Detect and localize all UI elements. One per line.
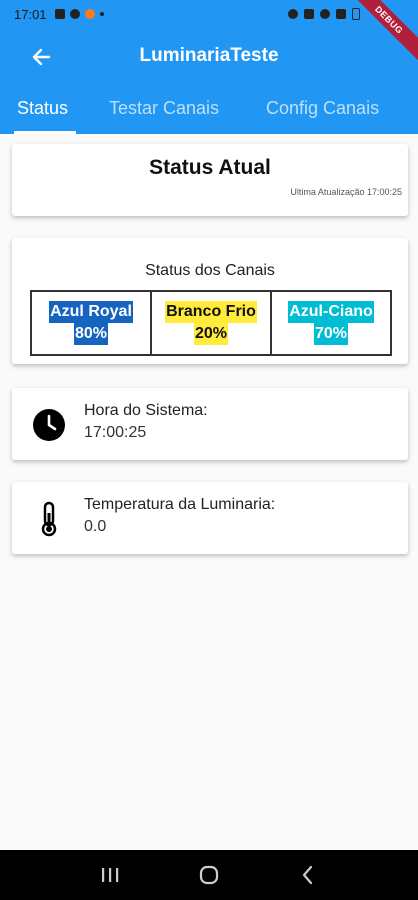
temperature-value: 0.0 xyxy=(84,518,107,535)
status-card: Status Atual Ultima Atualização 17:00:25 xyxy=(12,144,408,216)
tab-bar: Status Testar Canais Config Canais xyxy=(0,90,418,134)
temperature-label: Temperatura da Luminaria: xyxy=(84,496,276,513)
system-time-card: Hora do Sistema: 17:00:25 xyxy=(12,388,408,460)
status-title: Status Atual xyxy=(149,156,271,179)
channel-value: 80% xyxy=(73,323,109,345)
channel-name: Branco Frio xyxy=(165,301,257,323)
channels-card: Status dos Canais Azul Royal 80% Branco … xyxy=(12,238,408,364)
status-time: 17:01 xyxy=(14,6,47,22)
system-time-value: 17:00:25 xyxy=(84,424,147,441)
home-icon xyxy=(199,865,219,885)
alarm-icon xyxy=(288,9,298,19)
gallery-icon xyxy=(54,9,65,19)
wifi-icon xyxy=(336,9,346,19)
channel-cell-azul-ciano: Azul-Ciano 70% xyxy=(272,292,390,354)
temperature-card: Temperatura da Luminaria: 0.0 xyxy=(12,482,408,554)
channel-cell-azul-royal: Azul Royal 80% xyxy=(32,292,152,354)
tab-indicator xyxy=(14,131,76,134)
tab-status[interactable]: Status xyxy=(17,98,68,119)
location-icon xyxy=(320,9,330,19)
system-icons xyxy=(288,8,360,20)
system-status-bar: 17:01 xyxy=(0,0,418,28)
home-button[interactable] xyxy=(195,861,223,889)
channel-value: 20% xyxy=(193,323,229,345)
clock-icon xyxy=(32,408,66,442)
notification-icons xyxy=(54,9,104,19)
channel-name: Azul Royal xyxy=(49,301,133,323)
last-update-text: Ultima Atualização 17:00:25 xyxy=(290,187,402,197)
app-bar: LuminariaTeste Status Testar Canais Conf… xyxy=(0,28,418,134)
chevron-left-icon xyxy=(303,865,313,885)
recent-apps-button[interactable] xyxy=(96,861,124,889)
more-notifications-icon xyxy=(99,12,104,16)
app-title: LuminariaTeste xyxy=(139,45,279,66)
channel-value: 70% xyxy=(313,323,349,345)
bluetooth-notif-icon xyxy=(69,9,80,19)
thermometer-icon xyxy=(32,501,66,537)
channels-title: Status dos Canais xyxy=(145,262,275,279)
channel-name: Azul-Ciano xyxy=(288,301,374,323)
recent-apps-icon xyxy=(101,868,118,882)
tab-config-canais[interactable]: Config Canais xyxy=(266,98,379,119)
battery-icon xyxy=(352,8,360,20)
channel-cell-branco-frio: Branco Frio 20% xyxy=(152,292,272,354)
back-nav-button[interactable] xyxy=(294,861,322,889)
channels-table: Azul Royal 80% Branco Frio 20% Azul-Cian… xyxy=(30,290,392,356)
tab-testar-canais[interactable]: Testar Canais xyxy=(109,98,219,119)
bluetooth-icon xyxy=(304,9,314,19)
android-navigation-bar xyxy=(0,850,418,900)
system-time-label: Hora do Sistema: xyxy=(84,402,208,419)
app-notif-icon xyxy=(84,9,95,19)
